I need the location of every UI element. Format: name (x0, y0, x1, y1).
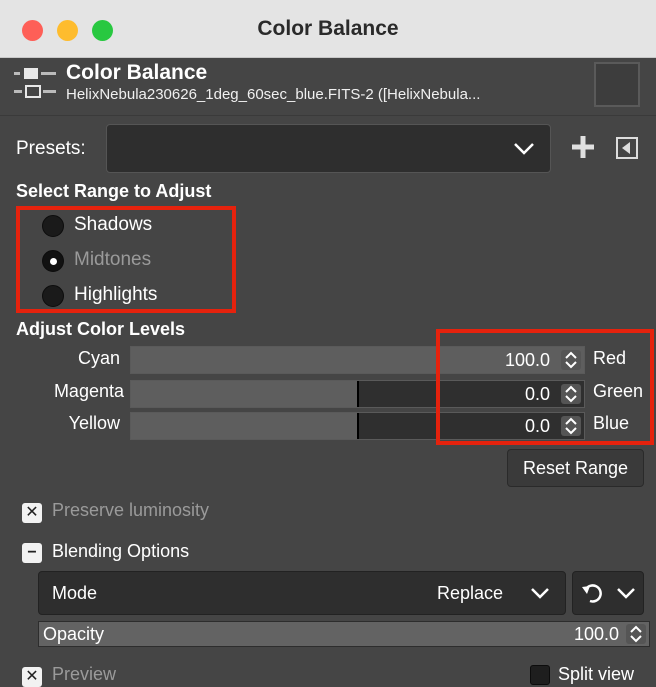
mode-label: Mode (52, 583, 98, 603)
preserve-luminosity-label: Preserve luminosity (52, 500, 210, 520)
slider-position-marker (356, 381, 359, 407)
image-name: HelixNebula230626_1deg_60sec_blue.FITS-2… (66, 86, 481, 103)
blending-options-toggle[interactable]: − (22, 543, 42, 563)
range-highlight-box (16, 206, 236, 313)
chevron-down-icon[interactable] (616, 585, 636, 601)
range-section-title: Select Range to Adjust (16, 181, 212, 201)
dialog-title: Color Balance (66, 61, 208, 84)
window-titlebar: Color Balance (0, 0, 656, 58)
chevron-down-icon[interactable] (530, 585, 550, 601)
chevron-down-icon[interactable] (512, 137, 536, 159)
slider-fill (131, 381, 358, 407)
presets-label: Presets: (16, 138, 86, 159)
slider-position-marker (356, 413, 359, 439)
preserve-luminosity-checkbox[interactable]: ✕ (22, 503, 42, 523)
cyan-label: Cyan (77, 348, 120, 368)
magenta-label: Magenta (53, 381, 124, 401)
image-thumbnail (594, 62, 640, 107)
composite-mode-icon[interactable] (580, 581, 604, 605)
add-preset-button[interactable] (570, 134, 596, 160)
presets-dropdown[interactable] (106, 124, 551, 173)
reset-range-button[interactable]: Reset Range (507, 449, 644, 487)
header-divider (0, 115, 656, 116)
opacity-slider[interactable]: Opacity 100.0 (38, 621, 650, 647)
yellow-label: Yellow (68, 413, 120, 433)
blending-options-label[interactable]: Blending Options (52, 541, 189, 562)
values-highlight-box (436, 329, 654, 445)
color-balance-icon (14, 68, 56, 98)
presets-menu-icon[interactable] (616, 137, 638, 159)
slider-fill (131, 413, 358, 439)
levels-section-title: Adjust Color Levels (16, 319, 186, 339)
preview-checkbox[interactable]: ✕ (22, 667, 42, 687)
preview-label: Preview (52, 664, 117, 684)
mode-value[interactable]: Replace (437, 583, 503, 604)
spin-arrows-icon[interactable] (626, 624, 646, 644)
opacity-value[interactable]: 100.0 (574, 624, 619, 645)
split-view-label: Split view (558, 664, 635, 684)
split-view-checkbox[interactable] (530, 665, 550, 685)
opacity-label: Opacity (43, 624, 105, 644)
window-title: Color Balance (257, 17, 399, 40)
